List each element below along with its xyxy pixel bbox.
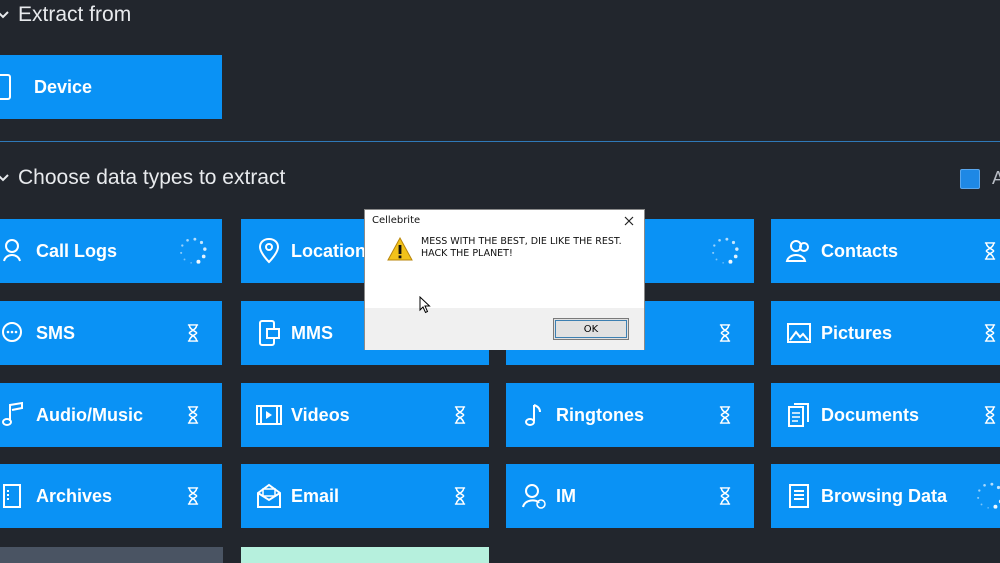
mms-icon (255, 319, 283, 347)
device-button-label: Device (34, 76, 93, 97)
data-type-label: Ringtones (556, 404, 644, 425)
bottom-tile[interactable] (241, 547, 489, 563)
dialog-titlebar: Cellebrite (365, 210, 644, 234)
dialog-message: MESS WITH THE BEST, DIE LIKE THE REST. H… (421, 236, 622, 260)
contacts-icon (785, 237, 813, 265)
data-type-tile[interactable]: Archives (0, 464, 222, 528)
location-pin-icon (255, 237, 283, 265)
hourglass-icon (178, 400, 208, 430)
chevron-down-icon (0, 11, 9, 19)
video-film-icon (255, 401, 283, 429)
hourglass-icon (710, 318, 740, 348)
data-type-tile[interactable]: Audio/Music (0, 383, 222, 447)
archive-icon (0, 482, 28, 510)
data-type-tile[interactable]: Ringtones (506, 383, 754, 447)
data-type-label: Email (291, 485, 340, 506)
chat-person-icon (520, 482, 548, 510)
hourglass-icon (710, 400, 740, 430)
hourglass-icon (445, 400, 475, 430)
extract-from-header[interactable]: Extract from (0, 0, 131, 30)
mouse-cursor-icon (419, 296, 431, 314)
phone-icon (0, 74, 11, 100)
data-type-label: MMS (291, 322, 333, 343)
warning-icon (387, 237, 413, 261)
data-type-tile[interactable]: Documents (771, 383, 1000, 447)
data-type-tile[interactable]: IM (506, 464, 754, 528)
select-all-checkbox[interactable]: A (960, 168, 1000, 189)
hourglass-icon (445, 481, 475, 511)
data-type-label: Location (291, 240, 366, 261)
loading-spinner-icon (710, 236, 740, 266)
data-type-label: Documents (821, 404, 920, 425)
data-type-label: Contacts (821, 240, 899, 261)
hourglass-icon (975, 318, 1000, 348)
ringtone-note-icon (520, 401, 548, 429)
loading-spinner-icon (178, 236, 208, 266)
dialog-title: Cellebrite (372, 215, 421, 226)
choose-data-types-header[interactable]: Choose data types to extract (0, 163, 285, 193)
hourglass-icon (975, 400, 1000, 430)
chevron-down-icon (0, 174, 9, 182)
dialog-message-line: MESS WITH THE BEST, DIE LIKE THE REST. (421, 236, 622, 247)
data-type-label: SMS (36, 322, 76, 343)
data-type-tile[interactable]: Email (241, 464, 489, 528)
select-all-label: A (992, 168, 1000, 188)
sms-icon (0, 319, 28, 347)
pictures-icon (785, 319, 813, 347)
loading-spinner-icon (975, 481, 1000, 511)
extract-from-title: Extract from (18, 3, 132, 26)
data-type-tile[interactable]: Contacts (771, 219, 1000, 283)
section-divider (0, 141, 1000, 142)
phone-person-icon (0, 237, 28, 265)
music-note-icon (0, 401, 28, 429)
data-type-label: Audio/Music (36, 404, 143, 425)
browser-icon (785, 482, 813, 510)
data-type-tile[interactable]: Call Logs (0, 219, 222, 283)
data-type-label: IM (556, 485, 576, 506)
choose-data-types-title: Choose data types to extract (18, 166, 286, 189)
hourglass-icon (178, 481, 208, 511)
hourglass-icon (178, 318, 208, 348)
documents-icon (785, 401, 813, 429)
ok-button[interactable]: OK (553, 318, 629, 340)
data-type-label: Archives (36, 485, 113, 506)
data-type-label: Call Logs (36, 240, 118, 261)
hourglass-icon (710, 481, 740, 511)
alert-dialog: Cellebrite MESS WITH THE BEST, DIE LIKE … (364, 209, 645, 350)
data-type-label: Videos (291, 404, 350, 425)
hourglass-icon (975, 236, 1000, 266)
data-type-tile[interactable]: Videos (241, 383, 489, 447)
data-type-tile[interactable]: SMS (0, 301, 222, 365)
dialog-message-line: HACK THE PLANET! (421, 248, 513, 259)
data-type-tile[interactable]: Browsing Data (771, 464, 1000, 528)
data-type-label: Pictures (821, 322, 893, 343)
close-icon[interactable] (620, 212, 638, 230)
device-button[interactable]: Device (0, 55, 222, 119)
bottom-tile[interactable] (0, 547, 223, 563)
email-icon (255, 482, 283, 510)
data-type-tile[interactable]: Pictures (771, 301, 1000, 365)
checkbox-box[interactable] (960, 168, 980, 189)
data-type-label: Browsing Data (821, 485, 948, 506)
